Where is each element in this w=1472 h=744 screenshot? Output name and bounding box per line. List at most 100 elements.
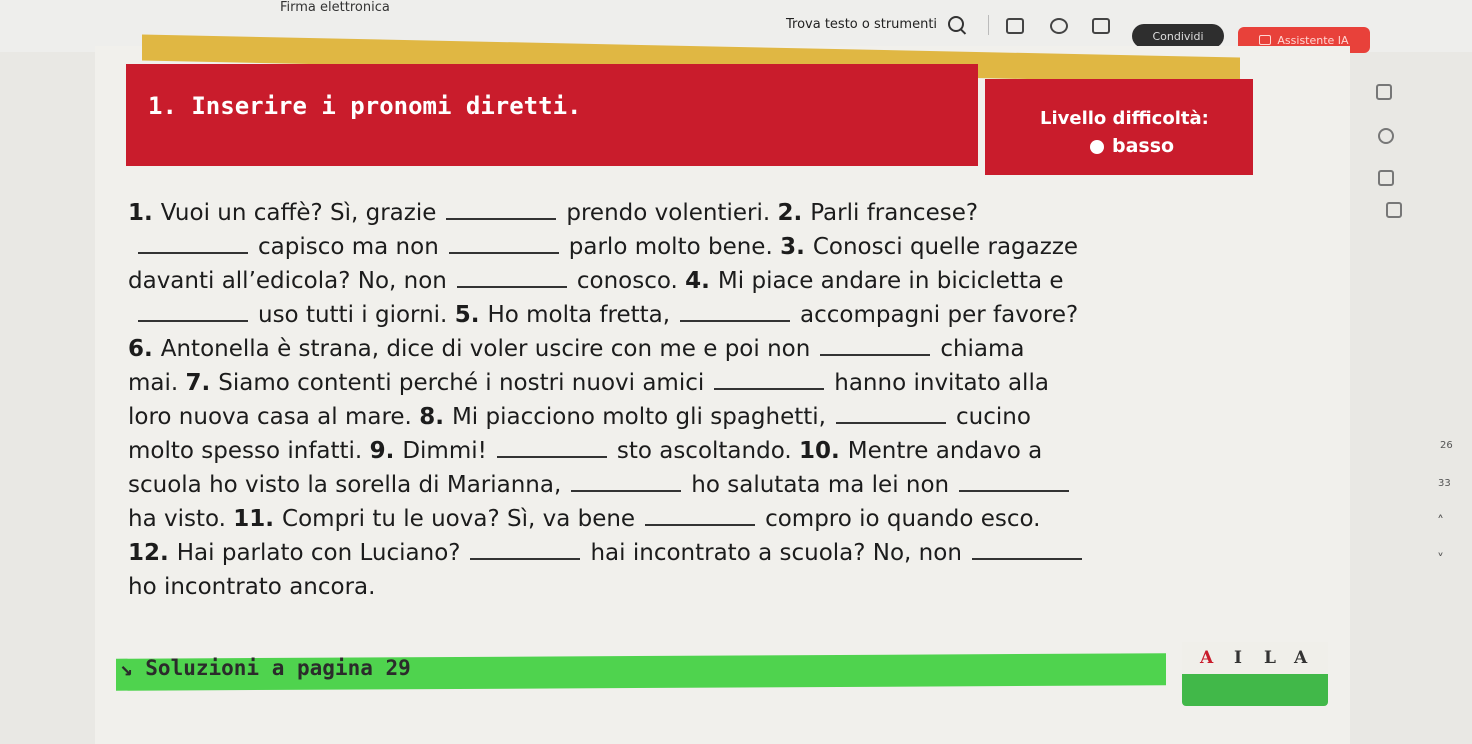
sentence-text: Compri tu le uova? Sì, va bene	[282, 506, 636, 532]
exercise-text: 1. Vuoi un caffè? Sì, grazie prendo volen…	[128, 196, 1278, 604]
logo-letter: A	[1200, 648, 1214, 668]
sentence-text: Hai parlato con Luciano?	[176, 540, 461, 566]
window-title: Firma elettronica	[280, 0, 390, 15]
sentence-text: scuola ho visto la sorella di Marianna,	[128, 472, 562, 498]
item-number: 8.	[419, 404, 452, 430]
search-icon[interactable]	[948, 16, 964, 32]
sentence-text: Ho molta fretta,	[487, 302, 671, 328]
sentence-text: chiama	[940, 336, 1025, 362]
item-number: 2.	[777, 200, 811, 226]
exercise-title: 1. Inserire i pronomi diretti.	[148, 92, 582, 120]
answer-blank[interactable]	[820, 332, 931, 356]
read-aloud-icon[interactable]	[1050, 18, 1068, 34]
item-number: 9.	[369, 438, 403, 464]
settings-icon[interactable]	[1378, 128, 1394, 144]
sentence-text: Mentre andavo a	[847, 438, 1043, 464]
search-tools-label[interactable]: Trova testo o strumenti	[786, 17, 937, 32]
exercise-line: uso tutti i giorni. 5. Ho molta fretta, a…	[128, 298, 1278, 332]
answer-blank[interactable]	[680, 298, 791, 322]
sentence-text: conosco.	[576, 268, 686, 294]
print-icon[interactable]	[1092, 18, 1110, 34]
exercise-line: ho incontrato ancora.	[128, 570, 1278, 604]
answer-blank[interactable]	[448, 230, 559, 254]
item-number: 3.	[780, 234, 813, 260]
sentence-text: hai incontrato a scuola? No, non	[590, 540, 962, 566]
edit-icon[interactable]	[1376, 84, 1392, 100]
exercise-line: scuola ho visto la sorella di Marianna, h…	[128, 468, 1278, 502]
sentence-text: Mi piace andare in bicicletta e	[717, 268, 1064, 294]
copy-icon[interactable]	[1386, 202, 1402, 218]
sentence-text: uso tutti i giorni.	[258, 302, 455, 328]
answer-blank[interactable]	[138, 298, 248, 322]
answer-blank[interactable]	[571, 468, 682, 492]
sentence-text: molto spesso infatti.	[128, 438, 370, 464]
page-number-thumb[interactable]: 26	[1440, 440, 1453, 451]
exercise-line: capisco ma non parlo molto bene. 3. Conos…	[128, 230, 1278, 264]
sentence-text: ho salutata ma lei non	[691, 472, 950, 498]
sentence-text: prendo volentieri.	[566, 200, 778, 226]
item-number: 4.	[685, 268, 718, 294]
answer-blank[interactable]	[835, 400, 946, 424]
exercise-line: loro nuova casa al mare. 8. Mi piacciono…	[128, 400, 1278, 434]
item-number: 11.	[233, 506, 283, 532]
sentence-text: parlo molto bene.	[568, 234, 781, 260]
comment-icon[interactable]	[1006, 18, 1024, 34]
chevron-up-icon[interactable]: ˄	[1437, 514, 1444, 530]
sentence-text: compro io quando esco.	[765, 506, 1041, 532]
exercise-line: ha visto. 11. Compri tu le uova? Sì, va …	[128, 502, 1278, 536]
chevron-down-icon[interactable]: ˅	[1437, 552, 1444, 568]
exercise-line: 1. Vuoi un caffè? Sì, grazie prendo volen…	[128, 196, 1278, 230]
exercise-line: 12. Hai parlato con Luciano? hai incontra…	[128, 536, 1278, 570]
item-number: 7.	[185, 370, 219, 396]
sentence-text: Mi piacciono molto gli spaghetti,	[451, 404, 826, 430]
sentence-text: Dimmi!	[402, 438, 487, 464]
sentence-text: hanno invitato alla	[834, 370, 1049, 396]
logo-letter: I	[1234, 648, 1242, 668]
toolbar-divider	[988, 15, 989, 35]
sentence-text: Parli francese?	[810, 200, 979, 226]
item-number: 10.	[799, 438, 848, 464]
page-number-thumb[interactable]: 33	[1438, 478, 1451, 489]
sentence-text: Siamo contenti perché i nostri nuovi ami…	[218, 370, 705, 396]
sentence-text: ha visto.	[128, 506, 234, 532]
sentence-text: ho incontrato ancora.	[128, 574, 376, 600]
difficulty-dot-icon	[1090, 140, 1104, 154]
answer-blank[interactable]	[138, 230, 248, 254]
share-button[interactable]: Condividi	[1132, 24, 1224, 48]
assistant-icon	[1259, 35, 1272, 45]
sentence-text: davanti all’edicola? No, non	[128, 268, 447, 294]
exercise-line: davanti all’edicola? No, non conosco. 4. …	[128, 264, 1278, 298]
exercise-line: 6. Antonella è strana, dice di voler usc…	[128, 332, 1278, 366]
difficulty-label: Livello difficoltà:	[1040, 108, 1209, 129]
sentence-text: loro nuova casa al mare.	[128, 404, 420, 430]
sentence-text: accompagni per favore?	[800, 302, 1079, 328]
sentence-text: mai.	[128, 370, 186, 396]
answer-blank[interactable]	[645, 502, 756, 526]
answer-blank[interactable]	[971, 536, 1082, 560]
item-number: 1.	[128, 200, 161, 226]
sentence-text: Conosci quelle ragazze	[812, 234, 1079, 260]
sentence-text: Vuoi un caffè? Sì, grazie	[160, 200, 437, 226]
publisher-logo: A I L A	[1182, 642, 1328, 706]
sentence-text: sto ascoltando.	[616, 438, 799, 464]
answer-blank[interactable]	[714, 366, 825, 390]
ai-assistant-label: Assistente IA	[1277, 33, 1349, 47]
exercise-line: molto spesso infatti. 9. Dimmi! sto ascol…	[128, 434, 1278, 468]
answer-blank[interactable]	[446, 196, 557, 220]
logo-letters-area: A I L A	[1182, 642, 1328, 674]
item-number: 12.	[128, 540, 177, 566]
sentence-text: capisco ma non	[258, 234, 439, 260]
sentence-text: cucino	[955, 404, 1031, 430]
solutions-link[interactable]: ↘ Soluzioni a pagina 29	[120, 656, 411, 680]
logo-letter: L	[1264, 648, 1276, 668]
logo-letter: A	[1294, 648, 1308, 668]
answer-blank[interactable]	[456, 264, 567, 288]
item-number: 6.	[128, 336, 161, 362]
answer-blank[interactable]	[470, 536, 581, 560]
answer-blank[interactable]	[496, 434, 607, 458]
answer-blank[interactable]	[959, 468, 1070, 492]
item-number: 5.	[454, 302, 488, 328]
bookmark-icon[interactable]	[1378, 170, 1394, 186]
sentence-text: Antonella è strana, dice di voler uscire…	[160, 336, 811, 362]
exercise-line: mai. 7. Siamo contenti perché i nostri n…	[128, 366, 1278, 400]
